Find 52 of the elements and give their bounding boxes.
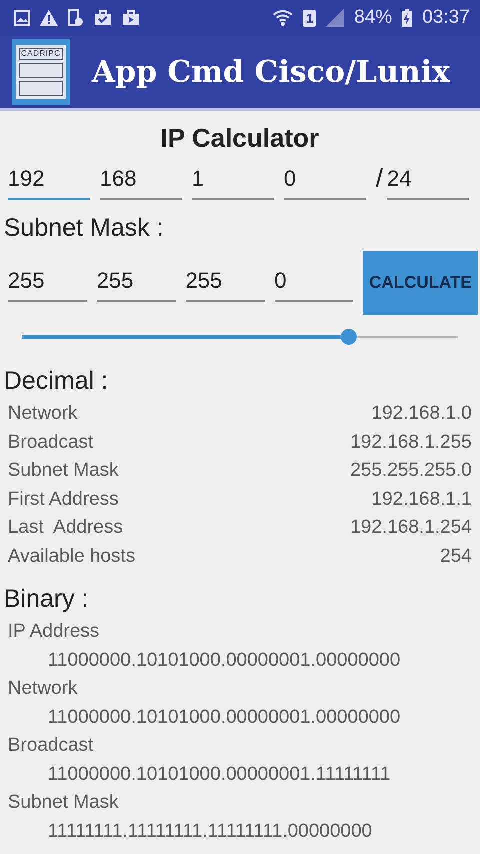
binary-value: 11000000.10101000.00000001.00000000 [48, 650, 401, 670]
sim-slot-badge: 1 [303, 10, 316, 26]
mask-octet-field[interactable]: 255 [96, 264, 176, 302]
clock-time: 03:37 [422, 7, 470, 29]
mask-octet-field[interactable]: 0 [274, 264, 354, 302]
prefix-slider[interactable] [22, 329, 458, 345]
prefix-separator: / [376, 163, 384, 195]
battery-charging-icon [402, 9, 412, 27]
signal-icon [326, 9, 344, 27]
result-value: 192.168.1.0 [372, 403, 472, 426]
result-label: Subnet Mask [8, 460, 119, 482]
subnet-mask-label: Subnet Mask : [4, 214, 165, 243]
ip-octet-field[interactable]: 0 [284, 162, 366, 200]
app-title: App Cmd Cisco/Lunix [92, 54, 450, 90]
briefcase-check-icon [94, 10, 112, 26]
binary-value: 11000000.10101000.00000001.11111111 [48, 764, 391, 784]
binary-label: IP Address [8, 621, 100, 642]
ip-octet-field[interactable]: 192 [8, 162, 90, 200]
result-value: 192.168.1.254 [350, 517, 472, 540]
result-label: First Address [8, 488, 119, 511]
result-value: 192.168.1.255 [350, 432, 472, 454]
logo-text: CADRIPC [19, 48, 63, 60]
calculator-title: IP Calculator [160, 123, 320, 154]
binary-label: Broadcast [8, 735, 94, 756]
ip-octet-field[interactable]: 168 [100, 162, 182, 200]
mask-octet-field[interactable]: 255 [186, 264, 265, 302]
logo-drawer-drawing [19, 81, 63, 96]
phone-clock-icon [68, 9, 84, 27]
result-value: 254 [440, 546, 472, 568]
binary-value: 11000000.10101000.00000001.00000000 [48, 706, 401, 728]
slider-thumb[interactable] [341, 329, 357, 345]
prefix-field[interactable]: 24 [387, 162, 470, 200]
result-label: Last Address [8, 517, 124, 540]
briefcase-play-icon [122, 10, 140, 26]
binary-heading: Binary : [4, 585, 90, 614]
binary-label: Subnet Mask [8, 792, 119, 813]
mask-octet-field[interactable]: 255 [8, 264, 87, 302]
result-value: 255.255.255.0 [350, 460, 472, 482]
result-label: Broadcast [8, 432, 94, 454]
battery-percent: 84% [354, 7, 392, 29]
image-icon [14, 10, 30, 26]
warning-icon [40, 10, 58, 26]
calculate-button[interactable]: CALCULATE [363, 251, 478, 315]
ip-octet-field[interactable]: 1 [192, 162, 274, 200]
result-label: Network [8, 403, 78, 426]
wifi-icon [273, 9, 294, 27]
result-value: 192.168.1.1 [372, 488, 472, 511]
decimal-heading: Decimal : [4, 367, 110, 396]
result-label: Available hosts [8, 546, 136, 568]
binary-value: 11111111.11111111.11111111.00000000 [48, 820, 372, 842]
binary-label: Network [8, 678, 78, 699]
logo-drawer-drawing [19, 63, 63, 78]
